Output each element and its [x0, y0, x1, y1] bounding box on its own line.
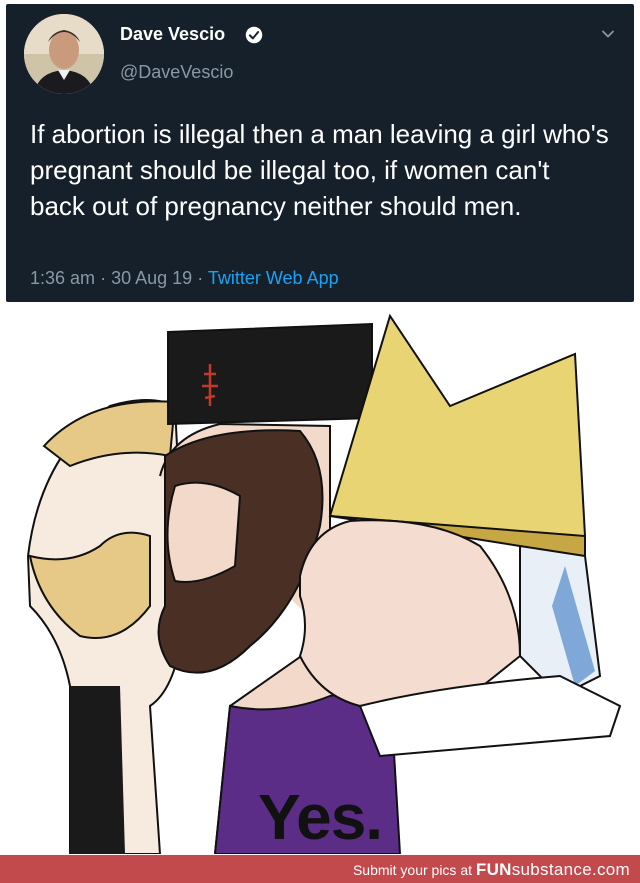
tweet-date[interactable]: 30 Aug 19 [111, 268, 192, 288]
brand-suffix: .com [591, 860, 630, 879]
meme-illustration [26, 313, 622, 854]
meme-caption: Yes. [257, 781, 383, 853]
site-footer-banner[interactable]: Submit your pics at FUNsubstance.com [0, 855, 640, 883]
tweet-text: If abortion is illegal then a man leavin… [30, 119, 609, 221]
footer-text: Submit your pics at FUNsubstance.com [353, 860, 630, 880]
brand-bold: FUN [475, 860, 512, 879]
chevron-down-icon[interactable] [600, 26, 616, 42]
submit-text: Submit your pics at [352, 862, 473, 878]
site-logo[interactable]: FUNsubstance.com [476, 860, 630, 879]
tweet-card: Dave Vescio @DaveVescio If abortion is i… [6, 4, 634, 302]
tweet-source[interactable]: Twitter Web App [208, 268, 339, 288]
verified-badge-icon [245, 26, 263, 44]
display-name[interactable]: Dave Vescio [120, 24, 225, 45]
meta-separator: · [100, 268, 107, 288]
meta-separator: · [197, 268, 204, 288]
brand-light: substance [511, 860, 592, 879]
tweet-time[interactable]: 1:36 am [30, 268, 95, 288]
tweet-meta: 1:36 am · 30 Aug 19 · Twitter Web App [30, 268, 339, 289]
avatar[interactable] [24, 14, 104, 94]
user-handle[interactable]: @DaveVescio [120, 62, 233, 83]
